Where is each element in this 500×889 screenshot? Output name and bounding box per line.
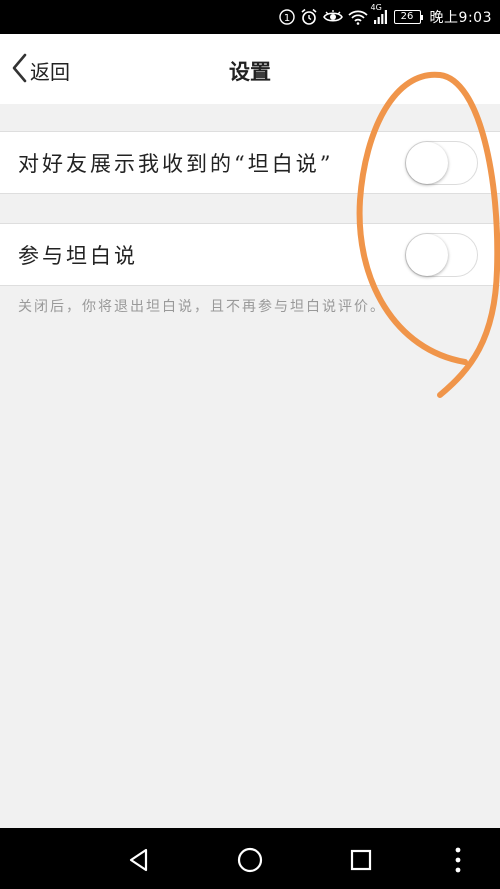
toggle-knob [406,234,448,276]
network-type: 4G [370,3,382,12]
battery-level: 26 [400,11,414,22]
eye-icon [322,9,343,25]
toggle-knob [406,142,448,184]
setting-row-show-to-friends: 对好友展示我收到的“坦白说” [0,131,500,194]
svg-text:1: 1 [283,13,289,24]
setting-row-participate: 参与坦白说 [0,223,500,286]
nav-header: 返回 设置 [0,34,500,104]
hint-text: 关闭后，你将退出坦白说，且不再参与坦白说评价。 [18,299,386,315]
wifi-icon [347,9,368,25]
back-triangle-icon[interactable] [124,845,154,875]
toggle-show-to-friends[interactable] [405,141,478,185]
setting-label-show-to-friends: 对好友展示我收到的“坦白说” [18,152,334,176]
alarm-icon [300,8,318,26]
page-title: 设置 [229,59,271,84]
setting-label-participate: 参与坦白说 [18,244,138,268]
battery-icon: 26 [393,10,423,24]
recents-square-icon[interactable] [346,845,376,875]
more-dots-icon[interactable] [443,845,473,875]
system-nav-bar [0,828,500,889]
status-icons: 1 4G 26 晚上9:03 [278,3,492,27]
notification-badge-icon: 1 [278,9,295,25]
toggle-participate[interactable] [405,233,478,277]
signal-icon: 4G [371,3,389,25]
status-bar: 1 4G 26 晚上9:03 [0,0,500,34]
status-time: 晚上9:03 [429,10,492,26]
home-circle-icon[interactable] [235,845,265,875]
